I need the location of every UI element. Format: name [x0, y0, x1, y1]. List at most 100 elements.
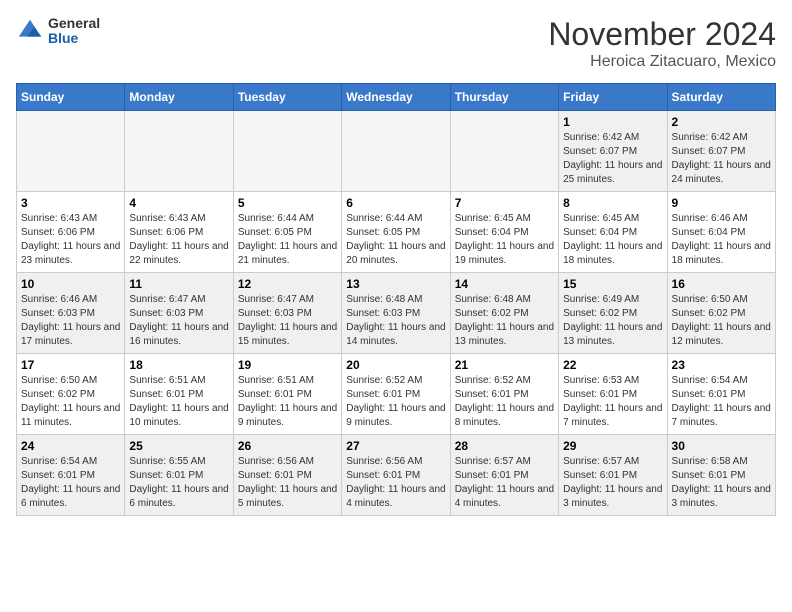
- day-number: 9: [672, 196, 771, 210]
- day-number: 28: [455, 439, 554, 453]
- day-info: Sunrise: 6:54 AMSunset: 6:01 PMDaylight:…: [672, 374, 771, 430]
- calendar-cell: 4 Sunrise: 6:43 AMSunset: 6:06 PMDaylight…: [125, 192, 233, 273]
- logo-general: General: [48, 16, 100, 31]
- header-tuesday: Tuesday: [233, 84, 341, 111]
- calendar-cell: 11Sunrise: 6:47 AMSunset: 6:03 PMDayligh…: [125, 273, 233, 354]
- calendar-cell: [233, 111, 341, 192]
- calendar-cell: 21Sunrise: 6:52 AMSunset: 6:01 PMDayligh…: [450, 354, 558, 435]
- calendar-cell: 22Sunrise: 6:53 AMSunset: 6:01 PMDayligh…: [559, 354, 667, 435]
- day-number: 18: [129, 358, 228, 372]
- logo-icon: [16, 17, 44, 45]
- day-number: 23: [672, 358, 771, 372]
- day-info: Sunrise: 6:43 AMSunset: 6:06 PMDaylight:…: [21, 212, 120, 268]
- calendar-week-3: 17 Sunrise: 6:50 AMSunset: 6:02 PMDayligh…: [17, 354, 776, 435]
- day-info: Sunrise: 6:56 AMSunset: 6:01 PMDaylight:…: [238, 455, 337, 511]
- day-number: 29: [563, 439, 662, 453]
- calendar-cell: 23 Sunrise: 6:54 AMSunset: 6:01 PMDayligh…: [667, 354, 775, 435]
- calendar-week-2: 10 Sunrise: 6:46 AMSunset: 6:03 PMDayligh…: [17, 273, 776, 354]
- day-info: Sunrise: 6:47 AMSunset: 6:03 PMDaylight:…: [238, 293, 337, 349]
- calendar-cell: 16 Sunrise: 6:50 AMSunset: 6:02 PMDayligh…: [667, 273, 775, 354]
- header-sunday: Sunday: [17, 84, 125, 111]
- calendar-cell: 27 Sunrise: 6:56 AMSunset: 6:01 PMDayligh…: [342, 435, 450, 516]
- calendar-cell: [450, 111, 558, 192]
- day-number: 30: [672, 439, 771, 453]
- calendar-cell: 14 Sunrise: 6:48 AMSunset: 6:02 PMDayligh…: [450, 273, 558, 354]
- calendar-cell: 7 Sunrise: 6:45 AMSunset: 6:04 PMDaylight…: [450, 192, 558, 273]
- day-info: Sunrise: 6:57 AMSunset: 6:01 PMDaylight:…: [455, 455, 554, 511]
- logo-blue: Blue: [48, 31, 100, 46]
- calendar-week-1: 3 Sunrise: 6:43 AMSunset: 6:06 PMDaylight…: [17, 192, 776, 273]
- calendar-header-row: SundayMondayTuesdayWednesdayThursdayFrid…: [17, 84, 776, 111]
- day-info: Sunrise: 6:44 AMSunset: 6:05 PMDaylight:…: [238, 212, 337, 268]
- day-number: 16: [672, 277, 771, 291]
- day-info: Sunrise: 6:57 AMSunset: 6:01 PMDaylight:…: [563, 455, 662, 511]
- calendar-cell: 30 Sunrise: 6:58 AMSunset: 6:01 PMDayligh…: [667, 435, 775, 516]
- calendar-cell: 19Sunrise: 6:51 AMSunset: 6:01 PMDayligh…: [233, 354, 341, 435]
- day-number: 1: [563, 115, 662, 129]
- header-friday: Friday: [559, 84, 667, 111]
- calendar-cell: 28 Sunrise: 6:57 AMSunset: 6:01 PMDayligh…: [450, 435, 558, 516]
- day-info: Sunrise: 6:54 AMSunset: 6:01 PMDaylight:…: [21, 455, 120, 511]
- day-info: Sunrise: 6:49 AMSunset: 6:02 PMDaylight:…: [563, 293, 662, 349]
- header-thursday: Thursday: [450, 84, 558, 111]
- calendar-cell: 20 Sunrise: 6:52 AMSunset: 6:01 PMDayligh…: [342, 354, 450, 435]
- day-info: Sunrise: 6:45 AMSunset: 6:04 PMDaylight:…: [563, 212, 662, 268]
- day-number: 7: [455, 196, 554, 210]
- day-info: Sunrise: 6:45 AMSunset: 6:04 PMDaylight:…: [455, 212, 554, 268]
- header-monday: Monday: [125, 84, 233, 111]
- day-number: 11: [129, 277, 228, 291]
- day-number: 14: [455, 277, 554, 291]
- day-number: 15: [563, 277, 662, 291]
- header-wednesday: Wednesday: [342, 84, 450, 111]
- header-saturday: Saturday: [667, 84, 775, 111]
- day-number: 20: [346, 358, 445, 372]
- month-year-title: November 2024: [548, 16, 776, 53]
- day-info: Sunrise: 6:50 AMSunset: 6:02 PMDaylight:…: [672, 293, 771, 349]
- day-info: Sunrise: 6:52 AMSunset: 6:01 PMDaylight:…: [455, 374, 554, 430]
- day-number: 3: [21, 196, 120, 210]
- day-number: 12: [238, 277, 337, 291]
- day-info: Sunrise: 6:51 AMSunset: 6:01 PMDaylight:…: [129, 374, 228, 430]
- calendar-cell: 1 Sunrise: 6:42 AMSunset: 6:07 PMDaylight…: [559, 111, 667, 192]
- day-info: Sunrise: 6:46 AMSunset: 6:04 PMDaylight:…: [672, 212, 771, 268]
- day-info: Sunrise: 6:43 AMSunset: 6:06 PMDaylight:…: [129, 212, 228, 268]
- day-info: Sunrise: 6:48 AMSunset: 6:02 PMDaylight:…: [455, 293, 554, 349]
- logo-text: General Blue: [48, 16, 100, 47]
- day-info: Sunrise: 6:42 AMSunset: 6:07 PMDaylight:…: [672, 131, 771, 187]
- day-number: 19: [238, 358, 337, 372]
- day-info: Sunrise: 6:55 AMSunset: 6:01 PMDaylight:…: [129, 455, 228, 511]
- day-info: Sunrise: 6:44 AMSunset: 6:05 PMDaylight:…: [346, 212, 445, 268]
- day-number: 27: [346, 439, 445, 453]
- day-number: 4: [129, 196, 228, 210]
- calendar-cell: 13Sunrise: 6:48 AMSunset: 6:03 PMDayligh…: [342, 273, 450, 354]
- calendar-cell: 3 Sunrise: 6:43 AMSunset: 6:06 PMDaylight…: [17, 192, 125, 273]
- day-info: Sunrise: 6:58 AMSunset: 6:01 PMDaylight:…: [672, 455, 771, 511]
- day-number: 6: [346, 196, 445, 210]
- calendar-cell: [342, 111, 450, 192]
- calendar-cell: 6 Sunrise: 6:44 AMSunset: 6:05 PMDaylight…: [342, 192, 450, 273]
- day-info: Sunrise: 6:53 AMSunset: 6:01 PMDaylight:…: [563, 374, 662, 430]
- calendar-cell: 5Sunrise: 6:44 AMSunset: 6:05 PMDaylight…: [233, 192, 341, 273]
- calendar-cell: 25 Sunrise: 6:55 AMSunset: 6:01 PMDayligh…: [125, 435, 233, 516]
- day-info: Sunrise: 6:48 AMSunset: 6:03 PMDaylight:…: [346, 293, 445, 349]
- calendar-cell: [17, 111, 125, 192]
- title-block: November 2024 Heroica Zitacuaro, Mexico: [548, 16, 776, 71]
- day-number: 17: [21, 358, 120, 372]
- calendar-cell: 9 Sunrise: 6:46 AMSunset: 6:04 PMDaylight…: [667, 192, 775, 273]
- location-subtitle: Heroica Zitacuaro, Mexico: [548, 53, 776, 71]
- day-info: Sunrise: 6:52 AMSunset: 6:01 PMDaylight:…: [346, 374, 445, 430]
- calendar-cell: 15 Sunrise: 6:49 AMSunset: 6:02 PMDayligh…: [559, 273, 667, 354]
- day-info: Sunrise: 6:50 AMSunset: 6:02 PMDaylight:…: [21, 374, 120, 430]
- calendar-cell: 12 Sunrise: 6:47 AMSunset: 6:03 PMDayligh…: [233, 273, 341, 354]
- calendar-week-4: 24 Sunrise: 6:54 AMSunset: 6:01 PMDayligh…: [17, 435, 776, 516]
- calendar-cell: 26Sunrise: 6:56 AMSunset: 6:01 PMDayligh…: [233, 435, 341, 516]
- calendar-week-0: 1 Sunrise: 6:42 AMSunset: 6:07 PMDaylight…: [17, 111, 776, 192]
- day-info: Sunrise: 6:42 AMSunset: 6:07 PMDaylight:…: [563, 131, 662, 187]
- day-number: 2: [672, 115, 771, 129]
- day-info: Sunrise: 6:46 AMSunset: 6:03 PMDaylight:…: [21, 293, 120, 349]
- day-info: Sunrise: 6:56 AMSunset: 6:01 PMDaylight:…: [346, 455, 445, 511]
- day-number: 25: [129, 439, 228, 453]
- day-number: 10: [21, 277, 120, 291]
- page-header: General Blue November 2024 Heroica Zitac…: [16, 16, 776, 71]
- day-number: 24: [21, 439, 120, 453]
